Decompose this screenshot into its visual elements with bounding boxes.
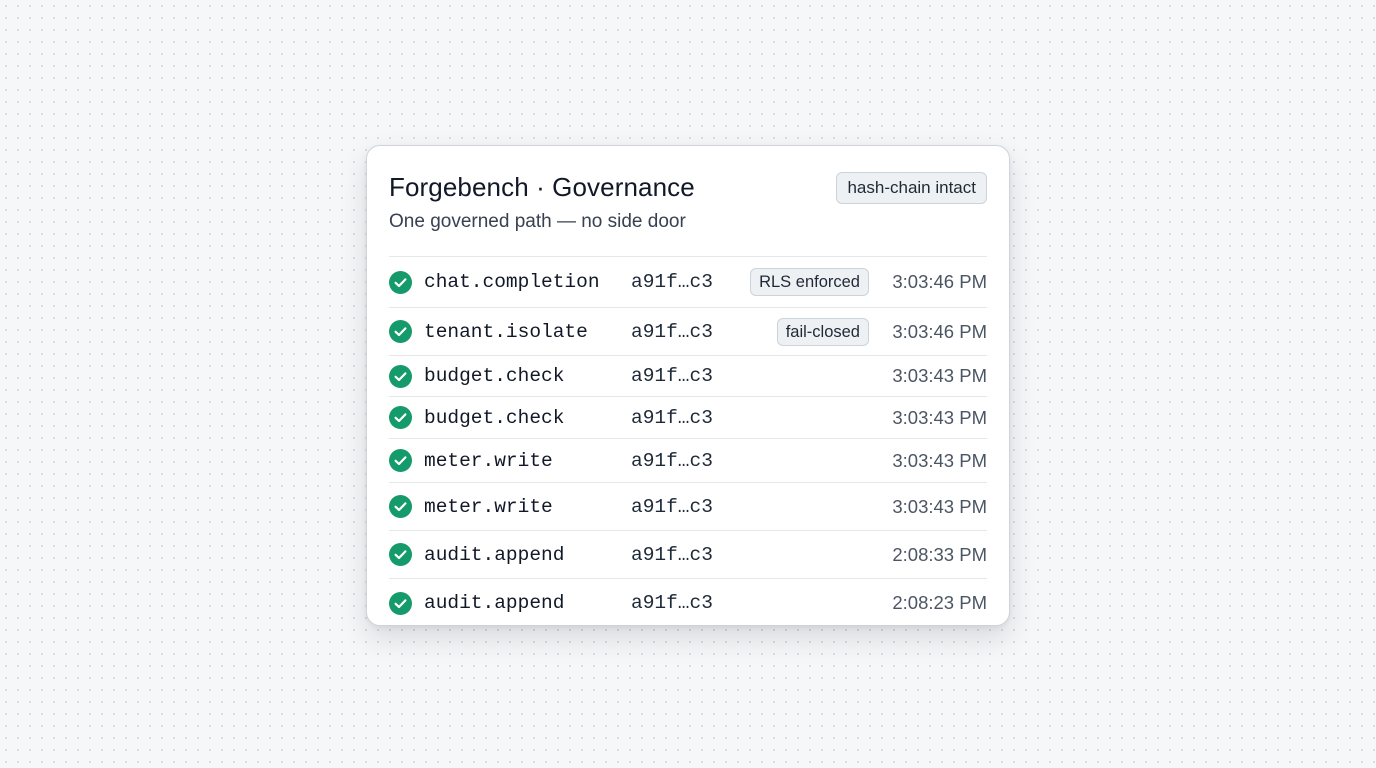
event-row[interactable]: budget.check a91f…c3 3:03:43 PM xyxy=(389,397,987,439)
event-row[interactable]: tenant.isolate a91f…c3 fail-closed 3:03:… xyxy=(389,308,987,356)
policy-tag: RLS enforced xyxy=(750,268,869,296)
event-timestamp: 3:03:46 PM xyxy=(892,271,987,292)
check-circle-icon xyxy=(389,591,412,615)
event-timestamp: 2:08:23 PM xyxy=(892,592,987,613)
event-row[interactable]: budget.check a91f…c3 3:03:43 PM xyxy=(389,356,987,397)
event-hash: a91f…c3 xyxy=(631,365,713,387)
event-row[interactable]: chat.completion a91f…c3 RLS enforced 3:0… xyxy=(389,257,987,308)
check-circle-icon xyxy=(389,543,412,566)
audit-event-list: chat.completion a91f…c3 RLS enforced 3:0… xyxy=(389,257,987,627)
event-row[interactable]: meter.write a91f…c3 3:03:43 PM xyxy=(389,483,987,531)
event-name: audit.append xyxy=(424,592,565,614)
check-circle-icon xyxy=(389,406,412,429)
card-header: Forgebench · Governance One governed pat… xyxy=(389,146,987,257)
event-timestamp: 2:08:33 PM xyxy=(892,543,987,565)
event-timestamp: 3:03:43 PM xyxy=(892,495,987,517)
event-timestamp: 3:03:43 PM xyxy=(892,449,987,471)
check-circle-icon xyxy=(389,364,412,388)
event-row[interactable]: meter.write a91f…c3 3:03:43 PM xyxy=(389,439,987,483)
event-name: tenant.isolate xyxy=(424,320,588,343)
event-name: meter.write xyxy=(424,449,553,472)
event-name: budget.check xyxy=(424,406,565,429)
card-title: Forgebench · Governance xyxy=(389,172,695,202)
event-hash: a91f…c3 xyxy=(631,320,713,343)
event-hash: a91f…c3 xyxy=(631,543,713,566)
policy-tag: fail-closed xyxy=(776,317,869,346)
check-circle-icon xyxy=(389,495,412,518)
event-row[interactable]: audit.append a91f…c3 2:08:23 PM xyxy=(389,579,987,627)
card-subtitle: One governed path — no side door xyxy=(389,211,686,232)
event-hash: a91f…c3 xyxy=(631,271,713,293)
event-name: chat.completion xyxy=(424,271,600,293)
event-hash: a91f…c3 xyxy=(631,592,713,614)
event-name: meter.write xyxy=(424,495,553,518)
event-timestamp: 3:03:43 PM xyxy=(892,406,987,428)
event-row[interactable]: audit.append a91f…c3 2:08:33 PM xyxy=(389,531,987,579)
hash-chain-status-badge: hash-chain intact xyxy=(836,172,987,204)
governance-card: Forgebench · Governance One governed pat… xyxy=(366,145,1010,626)
event-hash: a91f…c3 xyxy=(631,449,713,472)
event-hash: a91f…c3 xyxy=(631,406,713,429)
check-circle-icon xyxy=(389,320,412,343)
check-circle-icon xyxy=(389,449,412,472)
event-hash: a91f…c3 xyxy=(631,495,713,518)
event-timestamp: 3:03:43 PM xyxy=(892,365,987,386)
check-circle-icon xyxy=(389,270,412,294)
event-name: budget.check xyxy=(424,365,565,387)
event-timestamp: 3:03:46 PM xyxy=(892,320,987,342)
event-name: audit.append xyxy=(424,543,565,566)
